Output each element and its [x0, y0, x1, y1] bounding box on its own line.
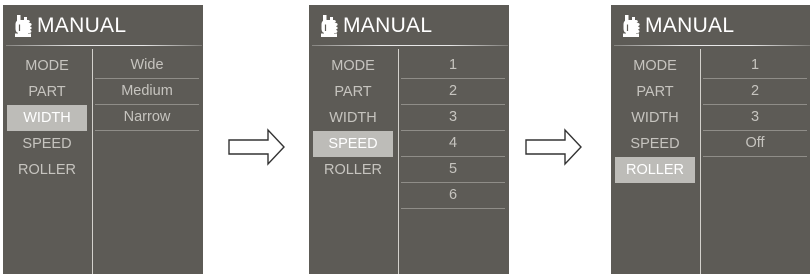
option-item[interactable]: Wide — [95, 53, 199, 79]
menu-list: MODE PART WIDTH SPEED ROLLER — [7, 53, 87, 183]
option-item[interactable]: 1 — [703, 53, 807, 79]
menu-item-speed[interactable]: SPEED — [313, 131, 393, 157]
option-item[interactable]: 1 — [401, 53, 505, 79]
option-item[interactable]: 6 — [401, 183, 505, 209]
title-divider — [312, 45, 508, 46]
panel-header: MANUAL — [3, 5, 203, 45]
menu-item-roller[interactable]: ROLLER — [7, 157, 87, 183]
option-list: 1 2 3 4 5 6 — [401, 53, 505, 209]
panel-title: MANUAL — [645, 14, 735, 37]
menu-item-part[interactable]: PART — [313, 79, 393, 105]
option-item[interactable]: 5 — [401, 157, 505, 183]
option-item[interactable]: Narrow — [95, 105, 199, 131]
option-item[interactable]: 3 — [703, 105, 807, 131]
menu-item-speed[interactable]: SPEED — [615, 131, 695, 157]
menu-list: MODE PART WIDTH SPEED ROLLER — [615, 53, 695, 183]
thumbs-up-icon — [321, 15, 338, 37]
panel-title: MANUAL — [37, 14, 127, 37]
menu-item-width[interactable]: WIDTH — [615, 105, 695, 131]
menu-item-mode[interactable]: MODE — [7, 53, 87, 79]
panel-header: MANUAL — [309, 5, 509, 45]
title-divider — [614, 45, 810, 46]
menu-panel-roller: MANUAL MODE PART WIDTH SPEED ROLLER 1 2 … — [611, 5, 810, 274]
option-item[interactable]: 2 — [703, 79, 807, 105]
right-arrow-icon — [525, 128, 582, 166]
title-divider — [6, 45, 202, 46]
menu-item-width[interactable]: WIDTH — [7, 105, 87, 131]
panel-header: MANUAL — [611, 5, 810, 45]
right-arrow-icon — [228, 128, 285, 166]
menu-panel-speed: MANUAL MODE PART WIDTH SPEED ROLLER 1 2 … — [309, 5, 509, 274]
thumbs-up-icon — [623, 15, 640, 37]
thumbs-up-icon — [15, 15, 32, 37]
option-item[interactable]: 4 — [401, 131, 505, 157]
menu-item-mode[interactable]: MODE — [313, 53, 393, 79]
option-item[interactable]: 2 — [401, 79, 505, 105]
menu-item-width[interactable]: WIDTH — [313, 105, 393, 131]
menu-panel-width: MANUAL MODE PART WIDTH SPEED ROLLER Wide… — [3, 5, 203, 274]
option-item[interactable]: Medium — [95, 79, 199, 105]
option-item[interactable]: 3 — [401, 105, 505, 131]
menu-item-part[interactable]: PART — [7, 79, 87, 105]
menu-item-mode[interactable]: MODE — [615, 53, 695, 79]
column-divider — [398, 49, 399, 274]
option-item[interactable]: Off — [703, 131, 807, 157]
panel-title: MANUAL — [343, 14, 433, 37]
option-list: 1 2 3 Off — [703, 53, 807, 157]
menu-item-roller[interactable]: ROLLER — [313, 157, 393, 183]
menu-list: MODE PART WIDTH SPEED ROLLER — [313, 53, 393, 183]
menu-item-speed[interactable]: SPEED — [7, 131, 87, 157]
menu-item-part[interactable]: PART — [615, 79, 695, 105]
column-divider — [700, 49, 701, 274]
option-list: Wide Medium Narrow — [95, 53, 199, 131]
column-divider — [92, 49, 93, 274]
menu-item-roller[interactable]: ROLLER — [615, 157, 695, 183]
